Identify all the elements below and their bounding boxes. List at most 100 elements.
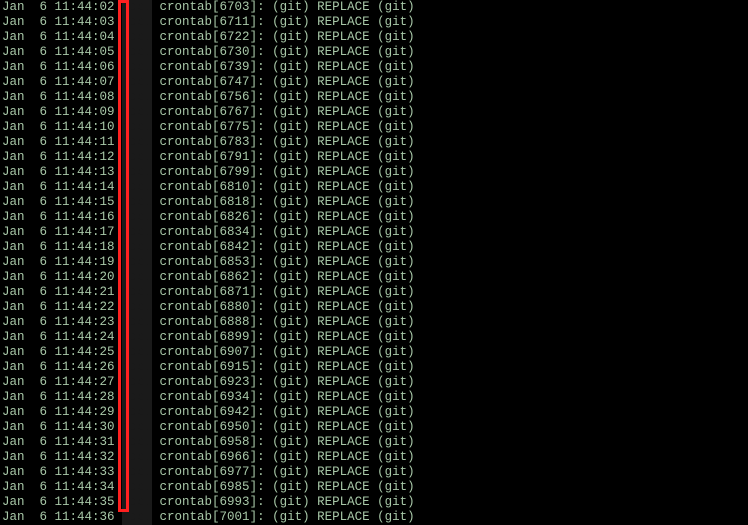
log-line: Jan 6 11:44:15 host crontab[6818]: (git)… — [2, 195, 748, 210]
log-message: crontab[6934]: (git) REPLACE (git) — [152, 390, 415, 405]
log-timestamp: Jan 6 11:44:08 — [2, 90, 122, 105]
log-hostname-redacted: host — [122, 420, 152, 435]
log-message: crontab[6888]: (git) REPLACE (git) — [152, 315, 415, 330]
log-line: Jan 6 11:44:31 host crontab[6958]: (git)… — [2, 435, 748, 450]
log-hostname-redacted: host — [122, 90, 152, 105]
log-timestamp: Jan 6 11:44:29 — [2, 405, 122, 420]
log-timestamp: Jan 6 11:44:25 — [2, 345, 122, 360]
log-line: Jan 6 11:44:10 host crontab[6775]: (git)… — [2, 120, 748, 135]
log-hostname-redacted: host — [122, 435, 152, 450]
log-timestamp: Jan 6 11:44:13 — [2, 165, 122, 180]
log-line: Jan 6 11:44:34 host crontab[6985]: (git)… — [2, 480, 748, 495]
log-message: crontab[6826]: (git) REPLACE (git) — [152, 210, 415, 225]
log-line: Jan 6 11:44:28 host crontab[6934]: (git)… — [2, 390, 748, 405]
log-timestamp: Jan 6 11:44:18 — [2, 240, 122, 255]
log-timestamp: Jan 6 11:44:07 — [2, 75, 122, 90]
log-hostname-redacted: host — [122, 180, 152, 195]
log-message: crontab[6966]: (git) REPLACE (git) — [152, 450, 415, 465]
log-line: Jan 6 11:44:32 host crontab[6966]: (git)… — [2, 450, 748, 465]
log-message: crontab[6853]: (git) REPLACE (git) — [152, 255, 415, 270]
log-timestamp: Jan 6 11:44:10 — [2, 120, 122, 135]
log-timestamp: Jan 6 11:44:14 — [2, 180, 122, 195]
log-timestamp: Jan 6 11:44:20 — [2, 270, 122, 285]
log-message: crontab[6818]: (git) REPLACE (git) — [152, 195, 415, 210]
log-timestamp: Jan 6 11:44:24 — [2, 330, 122, 345]
log-hostname-redacted: host — [122, 375, 152, 390]
log-hostname-redacted: host — [122, 360, 152, 375]
log-line: Jan 6 11:44:35 host crontab[6993]: (git)… — [2, 495, 748, 510]
log-hostname-redacted: host — [122, 75, 152, 90]
log-line: Jan 6 11:44:36 host crontab[7001]: (git)… — [2, 510, 748, 525]
log-message: crontab[6915]: (git) REPLACE (git) — [152, 360, 415, 375]
log-message: crontab[6871]: (git) REPLACE (git) — [152, 285, 415, 300]
log-timestamp: Jan 6 11:44:33 — [2, 465, 122, 480]
log-line: Jan 6 11:44:18 host crontab[6842]: (git)… — [2, 240, 748, 255]
log-hostname-redacted: host — [122, 345, 152, 360]
log-line: Jan 6 11:44:33 host crontab[6977]: (git)… — [2, 465, 748, 480]
log-hostname-redacted: host — [122, 255, 152, 270]
log-hostname-redacted: host — [122, 45, 152, 60]
log-hostname-redacted: host — [122, 15, 152, 30]
log-line: Jan 6 11:44:12 host crontab[6791]: (git)… — [2, 150, 748, 165]
log-line: Jan 6 11:44:26 host crontab[6915]: (git)… — [2, 360, 748, 375]
log-message: crontab[6862]: (git) REPLACE (git) — [152, 270, 415, 285]
log-line: Jan 6 11:44:05 host crontab[6730]: (git)… — [2, 45, 748, 60]
log-line: Jan 6 11:44:21 host crontab[6871]: (git)… — [2, 285, 748, 300]
log-timestamp: Jan 6 11:44:27 — [2, 375, 122, 390]
log-timestamp: Jan 6 11:44:03 — [2, 15, 122, 30]
log-hostname-redacted: host — [122, 60, 152, 75]
log-message: crontab[6799]: (git) REPLACE (git) — [152, 165, 415, 180]
log-hostname-redacted: host — [122, 480, 152, 495]
log-line: Jan 6 11:44:17 host crontab[6834]: (git)… — [2, 225, 748, 240]
log-timestamp: Jan 6 11:44:31 — [2, 435, 122, 450]
log-line: Jan 6 11:44:02 host crontab[6703]: (git)… — [2, 0, 748, 15]
log-hostname-redacted: host — [122, 495, 152, 510]
log-message: crontab[6899]: (git) REPLACE (git) — [152, 330, 415, 345]
log-line: Jan 6 11:44:13 host crontab[6799]: (git)… — [2, 165, 748, 180]
log-message: crontab[6767]: (git) REPLACE (git) — [152, 105, 415, 120]
log-message: crontab[6703]: (git) REPLACE (git) — [152, 0, 415, 15]
log-timestamp: Jan 6 11:44:26 — [2, 360, 122, 375]
log-message: crontab[6842]: (git) REPLACE (git) — [152, 240, 415, 255]
log-hostname-redacted: host — [122, 210, 152, 225]
log-line: Jan 6 11:44:23 host crontab[6888]: (git)… — [2, 315, 748, 330]
log-hostname-redacted: host — [122, 270, 152, 285]
log-timestamp: Jan 6 11:44:35 — [2, 495, 122, 510]
log-line: Jan 6 11:44:14 host crontab[6810]: (git)… — [2, 180, 748, 195]
log-timestamp: Jan 6 11:44:02 — [2, 0, 122, 15]
log-hostname-redacted: host — [122, 30, 152, 45]
log-message: crontab[6756]: (git) REPLACE (git) — [152, 90, 415, 105]
log-timestamp: Jan 6 11:44:19 — [2, 255, 122, 270]
log-line: Jan 6 11:44:16 host crontab[6826]: (git)… — [2, 210, 748, 225]
log-line: Jan 6 11:44:22 host crontab[6880]: (git)… — [2, 300, 748, 315]
log-message: crontab[6810]: (git) REPLACE (git) — [152, 180, 415, 195]
log-hostname-redacted: host — [122, 150, 152, 165]
log-line: Jan 6 11:44:25 host crontab[6907]: (git)… — [2, 345, 748, 360]
log-message: crontab[6950]: (git) REPLACE (git) — [152, 420, 415, 435]
log-timestamp: Jan 6 11:44:30 — [2, 420, 122, 435]
log-timestamp: Jan 6 11:44:17 — [2, 225, 122, 240]
log-timestamp: Jan 6 11:44:22 — [2, 300, 122, 315]
log-message: crontab[6791]: (git) REPLACE (git) — [152, 150, 415, 165]
log-hostname-redacted: host — [122, 105, 152, 120]
log-hostname-redacted: host — [122, 120, 152, 135]
log-hostname-redacted: host — [122, 330, 152, 345]
log-line: Jan 6 11:44:11 host crontab[6783]: (git)… — [2, 135, 748, 150]
log-message: crontab[6775]: (git) REPLACE (git) — [152, 120, 415, 135]
log-message: crontab[6834]: (git) REPLACE (git) — [152, 225, 415, 240]
log-message: crontab[7001]: (git) REPLACE (git) — [152, 510, 415, 525]
log-line: Jan 6 11:44:20 host crontab[6862]: (git)… — [2, 270, 748, 285]
log-hostname-redacted: host — [122, 0, 152, 15]
log-line: Jan 6 11:44:09 host crontab[6767]: (git)… — [2, 105, 748, 120]
log-hostname-redacted: host — [122, 225, 152, 240]
log-message: crontab[6985]: (git) REPLACE (git) — [152, 480, 415, 495]
log-hostname-redacted: host — [122, 315, 152, 330]
log-message: crontab[6739]: (git) REPLACE (git) — [152, 60, 415, 75]
log-timestamp: Jan 6 11:44:09 — [2, 105, 122, 120]
log-timestamp: Jan 6 11:44:21 — [2, 285, 122, 300]
log-hostname-redacted: host — [122, 285, 152, 300]
log-hostname-redacted: host — [122, 195, 152, 210]
log-hostname-redacted: host — [122, 510, 152, 525]
log-line: Jan 6 11:44:06 host crontab[6739]: (git)… — [2, 60, 748, 75]
log-message: crontab[6942]: (git) REPLACE (git) — [152, 405, 415, 420]
